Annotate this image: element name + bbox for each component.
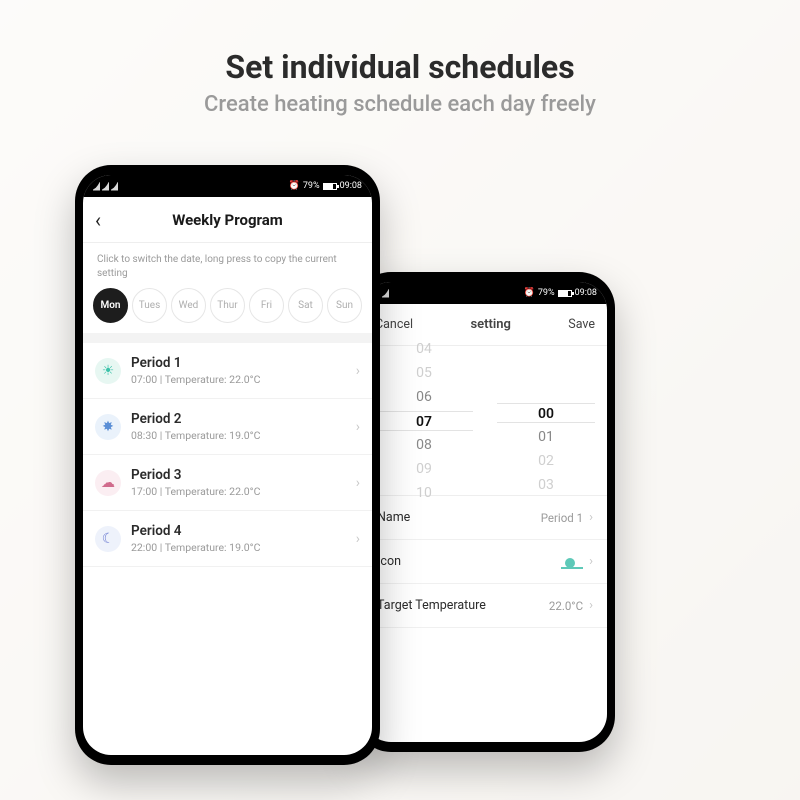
battery-pct: 79% (303, 181, 320, 191)
hour-column[interactable]: 04050607080910 (363, 346, 485, 495)
hour-value[interactable]: 10 (416, 483, 432, 503)
screen-title: Weekly Program (172, 211, 283, 229)
minute-value[interactable]: 03 (538, 475, 554, 495)
period-row-2[interactable]: ✸ Period 2 08:30 | Temperature: 19.0°C › (83, 399, 372, 455)
headline: Set individual schedules Create heating … (0, 48, 800, 117)
row-icon[interactable]: Icon › (363, 540, 607, 584)
chevron-right-icon: › (356, 531, 360, 547)
row-temp[interactable]: Target Temperature 22.0°C › (363, 584, 607, 628)
status-bar: ⏰ 79% 09:08 (83, 175, 372, 197)
day-chip-sun[interactable]: Sun (327, 288, 362, 323)
day-chip-wed[interactable]: Wed (171, 288, 206, 323)
day-selector: MonTuesWedThurFriSatSun (83, 288, 372, 333)
hint-text: Click to switch the date, long press to … (83, 243, 372, 288)
divider (83, 333, 372, 343)
chevron-right-icon: › (356, 475, 360, 491)
row-name-value: Period 1 (541, 511, 583, 525)
period-detail: 17:00 | Temperature: 22.0°C (131, 485, 346, 498)
appbar: ‹ Weekly Program (83, 197, 372, 243)
phone-weekly: ⏰ 79% 09:08 ‹ Weekly Program Click to sw… (75, 165, 380, 765)
period-list: ☀ Period 1 07:00 | Temperature: 22.0°C › ✸ Pe… (83, 343, 372, 755)
sunset-icon: ☁ (95, 470, 121, 496)
period-row-4[interactable]: ☾ Period 4 22:00 | Temperature: 19.0°C › (83, 511, 372, 567)
row-temp-label: Target Temperature (377, 598, 486, 613)
chevron-right-icon: › (589, 554, 593, 569)
row-temp-value: 22.0°C (549, 599, 583, 613)
row-name[interactable]: Name Period 1 › (363, 496, 607, 540)
signal-icon (93, 182, 118, 191)
hour-value[interactable]: 06 (416, 387, 432, 407)
period-name: Period 4 (131, 523, 346, 539)
period-row-1[interactable]: ☀ Period 1 07:00 | Temperature: 22.0°C › (83, 343, 372, 399)
period-name: Period 2 (131, 411, 346, 427)
status-bar: ⏰ 79% 09:08 (363, 282, 607, 304)
chevron-right-icon: › (589, 510, 593, 525)
day-chip-sat[interactable]: Sat (288, 288, 323, 323)
day-chip-mon[interactable]: Mon (93, 288, 128, 323)
hour-value[interactable]: 05 (416, 363, 432, 383)
page-title: Set individual schedules (0, 48, 800, 86)
phone-setting: ⏰ 79% 09:08 Cancel setting Save 04 05 06 07… (355, 272, 615, 752)
period-detail: 07:00 | Temperature: 22.0°C (131, 373, 346, 386)
chevron-right-icon: › (589, 598, 593, 613)
hour-value[interactable]: 08 (416, 435, 432, 455)
minute-column[interactable]: 00 01 02 03 (485, 346, 607, 495)
back-icon[interactable]: ‹ (95, 210, 101, 230)
period-detail: 22:00 | Temperature: 19.0°C (131, 541, 346, 554)
period-detail: 08:30 | Temperature: 19.0°C (131, 429, 346, 442)
hour-value[interactable]: 04 (416, 339, 432, 359)
battery-icon (323, 183, 337, 190)
sun-icon: ✸ (95, 414, 121, 440)
alarm-icon: ⏰ (289, 181, 300, 191)
sunrise-icon (561, 555, 583, 569)
moon-icon: ☾ (95, 526, 121, 552)
time-picker[interactable]: 04050607080910 00010203 (363, 346, 607, 496)
row-name-label: Name (377, 510, 410, 525)
period-name: Period 1 (131, 355, 346, 371)
save-button[interactable]: Save (568, 317, 595, 332)
sunrise-icon: ☀ (95, 358, 121, 384)
minute-value[interactable]: 02 (538, 451, 554, 471)
cancel-button[interactable]: Cancel (375, 317, 413, 332)
chevron-right-icon: › (356, 419, 360, 435)
minute-value[interactable]: 00 (497, 403, 595, 423)
period-name: Period 3 (131, 467, 346, 483)
battery-icon (558, 290, 572, 297)
setting-toolbar: Cancel setting Save (363, 304, 607, 346)
day-chip-tues[interactable]: Tues (132, 288, 167, 323)
status-time: 09:08 (340, 181, 362, 191)
hour-value[interactable]: 09 (416, 459, 432, 479)
chevron-right-icon: › (356, 363, 360, 379)
row-icon-label: Icon (377, 554, 401, 569)
page-subtitle: Create heating schedule each day freely (0, 92, 800, 117)
minute-value[interactable]: 01 (538, 427, 554, 447)
hour-value[interactable]: 07 (375, 411, 473, 431)
status-time: 09:08 (575, 288, 597, 298)
setting-title: setting (470, 317, 510, 332)
battery-pct: 79% (538, 288, 555, 298)
alarm-icon: ⏰ (524, 288, 535, 298)
period-row-3[interactable]: ☁ Period 3 17:00 | Temperature: 22.0°C › (83, 455, 372, 511)
day-chip-thur[interactable]: Thur (210, 288, 245, 323)
day-chip-fri[interactable]: Fri (249, 288, 284, 323)
